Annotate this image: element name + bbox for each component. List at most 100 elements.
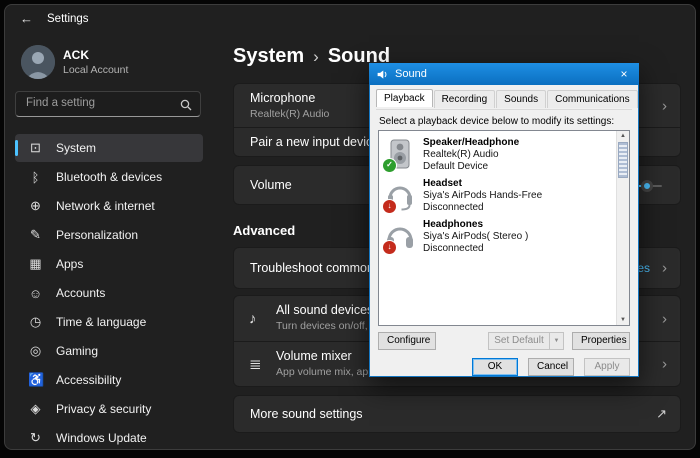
volume-title: Volume <box>250 178 292 192</box>
person-icon: ☺ <box>28 286 43 301</box>
device-status: Default Device <box>423 161 488 172</box>
sidebar: ACK Local Account ⊡ System ᛒ Bluetooth &… <box>5 33 213 449</box>
device-item-speaker-headphone[interactable]: ✓ Speaker/Headphone Realtek(R) Audio Def… <box>383 135 609 175</box>
apps-grid-icon: ▦ <box>28 256 43 272</box>
default-device-check-icon: ✓ <box>382 158 397 173</box>
back-button[interactable]: ← <box>20 11 33 26</box>
user-account-type: Local Account <box>63 64 128 76</box>
sidebar-item-label: Accessibility <box>56 373 121 387</box>
sidebar-item-label: System <box>56 141 96 155</box>
playback-instruction: Select a playback device below to modify… <box>379 116 614 127</box>
device-actions-row: Configure Set Default ▼ Properties <box>378 332 630 350</box>
more-sound-settings-row[interactable]: More sound settings ↗ <box>233 395 681 433</box>
sidebar-item-accounts[interactable]: ☺ Accounts <box>15 279 203 307</box>
microphone-subtitle: Realtek(R) Audio <box>250 108 329 120</box>
configure-button[interactable]: Configure <box>378 332 436 350</box>
sidebar-item-label: Time & language <box>56 315 146 329</box>
sound-dialog-body: Playback Recording Sounds Communications… <box>369 85 639 377</box>
sidebar-item-privacy-security[interactable]: ◈ Privacy & security <box>15 395 203 423</box>
device-status: Disconnected <box>423 202 484 213</box>
disconnected-icon: ↓ <box>382 199 397 214</box>
clock-icon: ◷ <box>28 314 43 330</box>
sidebar-item-network-internet[interactable]: ⊕ Network & internet <box>15 192 203 220</box>
device-detail: Realtek(R) Audio <box>423 149 499 160</box>
gamepad-icon: ◎ <box>28 343 43 359</box>
set-default-button[interactable]: Set Default ▼ <box>488 332 564 350</box>
all-sound-devices-title: All sound devices <box>276 303 373 317</box>
globe-icon: ⊕ <box>28 198 43 214</box>
cancel-button[interactable]: Cancel <box>528 358 574 376</box>
device-detail: Siya's AirPods Hands-Free <box>423 190 542 201</box>
sound-dialog-titlebar[interactable]: Sound × <box>369 63 639 85</box>
bluetooth-icon: ᛒ <box>28 170 43 185</box>
tab-sounds[interactable]: Sounds <box>496 90 546 108</box>
tab-divider <box>376 109 632 110</box>
sidebar-item-bluetooth-devices[interactable]: ᛒ Bluetooth & devices <box>15 163 203 191</box>
sidebar-item-windows-update[interactable]: ↻ Windows Update <box>15 424 203 450</box>
sidebar-item-label: Windows Update <box>56 431 147 445</box>
advanced-section-heading: Advanced <box>233 223 295 238</box>
search-input[interactable] <box>16 92 176 114</box>
avatar-photo <box>21 45 55 79</box>
user-name: ACK <box>63 48 89 62</box>
device-name: Headset <box>423 178 462 189</box>
mixer-sliders-icon: ≣ <box>249 355 262 373</box>
more-sound-settings-title: More sound settings <box>250 407 363 421</box>
sidebar-item-gaming[interactable]: ◎ Gaming <box>15 337 203 365</box>
volume-mixer-title: Volume mixer <box>276 349 352 363</box>
breadcrumb-separator: › <box>313 47 319 66</box>
dialog-footer-buttons: OK Cancel Apply <box>472 358 630 376</box>
sidebar-item-system[interactable]: ⊡ System <box>15 134 203 162</box>
speaker-icon <box>376 68 389 81</box>
pair-input-title: Pair a new input device <box>250 135 379 149</box>
app-title: Settings <box>47 13 89 25</box>
sidebar-nav: ⊡ System ᛒ Bluetooth & devices ⊕ Network… <box>5 133 213 450</box>
device-status: Disconnected <box>423 243 484 254</box>
scroll-down-icon[interactable]: ▼ <box>617 315 629 325</box>
tab-communications[interactable]: Communications <box>547 90 637 108</box>
microphone-title: Microphone <box>250 91 315 105</box>
brush-icon: ✎ <box>28 227 43 243</box>
apply-button[interactable]: Apply <box>584 358 630 376</box>
avatar[interactable] <box>21 45 55 79</box>
chevron-right-icon: › <box>662 310 667 327</box>
chevron-right-icon: › <box>662 97 667 114</box>
accessibility-icon: ♿ <box>28 372 43 388</box>
external-link-icon: ↗ <box>656 406 667 422</box>
device-name: Headphones <box>423 219 483 230</box>
breadcrumb: System›Sound <box>233 45 390 68</box>
device-name: Speaker/Headphone <box>423 137 519 148</box>
volume-slider-thumb[interactable] <box>641 180 653 192</box>
titlebar: ← Settings <box>5 5 695 33</box>
chevron-right-icon: › <box>662 260 667 277</box>
sidebar-item-time-language[interactable]: ◷ Time & language <box>15 308 203 336</box>
scroll-up-icon[interactable]: ▲ <box>617 131 629 141</box>
list-scrollbar[interactable]: ▲ ▼ <box>616 131 629 325</box>
speaker-icon: ♪ <box>249 310 257 327</box>
sound-dialog: Sound × Playback Recording Sounds Commun… <box>369 63 639 377</box>
scrollbar-thumb[interactable] <box>618 142 628 178</box>
breadcrumb-system[interactable]: System <box>233 45 304 67</box>
tab-playback[interactable]: Playback <box>376 89 433 107</box>
update-arrows-icon: ↻ <box>28 430 43 446</box>
tab-recording[interactable]: Recording <box>434 90 496 108</box>
sidebar-item-apps[interactable]: ▦ Apps <box>15 250 203 278</box>
dialog-tabs: Playback Recording Sounds Communications <box>376 90 639 108</box>
disconnected-icon: ↓ <box>382 240 397 255</box>
close-icon[interactable]: × <box>609 63 639 85</box>
dropdown-arrow-icon[interactable]: ▼ <box>549 333 563 349</box>
device-item-headphones[interactable]: ↓ Headphones Siya's AirPods( Stereo ) Di… <box>383 217 609 257</box>
sidebar-item-label: Apps <box>56 257 83 271</box>
system-icon: ⊡ <box>28 140 43 156</box>
device-item-headset[interactable]: ↓ Headset Siya's AirPods Hands-Free Disc… <box>383 176 609 216</box>
sidebar-item-label: Gaming <box>56 344 98 358</box>
settings-window: ← Settings ACK Local Account ⊡ System <box>4 4 696 450</box>
ok-button[interactable]: OK <box>472 358 518 376</box>
properties-button[interactable]: Properties <box>572 332 630 350</box>
shield-icon: ◈ <box>28 401 43 417</box>
search-icon <box>180 99 192 111</box>
sidebar-item-label: Network & internet <box>56 199 155 213</box>
sidebar-item-accessibility[interactable]: ♿ Accessibility <box>15 366 203 394</box>
sidebar-item-personalization[interactable]: ✎ Personalization <box>15 221 203 249</box>
sidebar-item-label: Privacy & security <box>56 402 151 416</box>
